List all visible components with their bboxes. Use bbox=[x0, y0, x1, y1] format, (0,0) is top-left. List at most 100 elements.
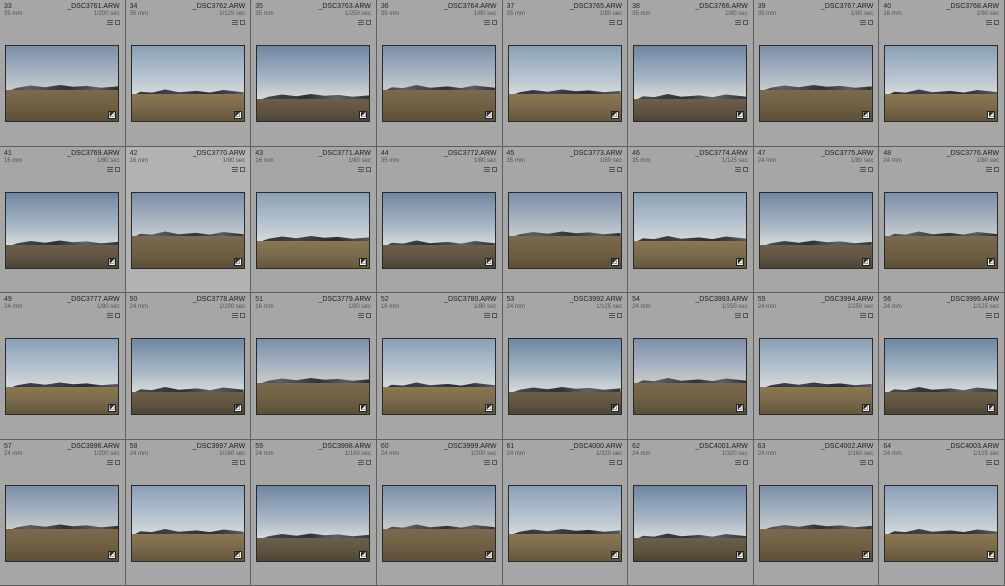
photo-cell[interactable]: 50 _DSC3778.ARW 24 mm 1/100 sec ◩ bbox=[125, 293, 252, 440]
develop-adjusted-icon[interactable]: ◩ bbox=[610, 550, 619, 559]
crop-icon[interactable] bbox=[617, 313, 623, 318]
photo-thumbnail[interactable]: ◩ bbox=[633, 45, 748, 122]
crop-icon[interactable] bbox=[365, 313, 371, 318]
photo-cell[interactable]: 39 _DSC3767.ARW 35 mm 1/80 sec ◩ bbox=[753, 0, 880, 147]
crop-icon[interactable] bbox=[742, 166, 748, 172]
photo-cell[interactable]: 48 _DSC3776.ARW 24 mm 1/80 sec ◩ bbox=[879, 146, 1005, 293]
develop-adjusted-icon[interactable]: ◩ bbox=[359, 257, 368, 266]
photo-thumbnail[interactable]: ◩ bbox=[884, 484, 999, 562]
photo-thumbnail[interactable]: ◩ bbox=[256, 338, 371, 415]
develop-adjusted-icon[interactable]: ◩ bbox=[484, 404, 493, 412]
crop-icon[interactable] bbox=[491, 313, 497, 318]
photo-thumbnail[interactable]: ◩ bbox=[884, 338, 999, 415]
metadata-icon[interactable] bbox=[609, 459, 616, 465]
photo-thumbnail[interactable]: ◩ bbox=[381, 484, 496, 562]
crop-icon[interactable] bbox=[114, 313, 120, 318]
crop-icon[interactable] bbox=[365, 20, 371, 25]
develop-adjusted-icon[interactable]: ◩ bbox=[736, 550, 745, 559]
photo-cell[interactable]: 49 _DSC3777.ARW 24 mm 1/80 sec ◩ bbox=[0, 293, 126, 440]
photo-thumbnail[interactable]: ◩ bbox=[130, 338, 245, 415]
photo-cell[interactable]: 51 _DSC3779.ARW 16 mm 1/80 sec ◩ bbox=[251, 293, 377, 440]
metadata-icon[interactable] bbox=[357, 166, 364, 172]
crop-icon[interactable] bbox=[868, 313, 874, 318]
metadata-icon[interactable] bbox=[232, 166, 239, 172]
photo-cell[interactable]: 41 _DSC3769.ARW 16 mm 1/80 sec ◩ bbox=[0, 146, 126, 293]
photo-cell[interactable]: 53 _DSC3992.ARW 24 mm 1/125 sec ◩ bbox=[502, 293, 629, 440]
develop-adjusted-icon[interactable]: ◩ bbox=[108, 257, 116, 266]
photo-thumbnail[interactable]: ◩ bbox=[633, 191, 748, 269]
photo-thumbnail[interactable]: ◩ bbox=[256, 191, 371, 269]
crop-icon[interactable] bbox=[868, 20, 874, 25]
photo-thumbnail[interactable]: ◩ bbox=[256, 45, 371, 122]
develop-adjusted-icon[interactable]: ◩ bbox=[233, 111, 242, 119]
crop-icon[interactable] bbox=[114, 20, 120, 25]
photo-thumbnail[interactable]: ◩ bbox=[507, 484, 622, 562]
photo-cell[interactable]: 46 _DSC3774.ARW 35 mm 1/125 sec ◩ bbox=[628, 146, 754, 293]
photo-thumbnail[interactable]: ◩ bbox=[5, 45, 119, 122]
photo-thumbnail[interactable]: ◩ bbox=[381, 191, 496, 269]
metadata-icon[interactable] bbox=[860, 166, 867, 172]
develop-adjusted-icon[interactable]: ◩ bbox=[359, 550, 368, 559]
metadata-icon[interactable] bbox=[106, 313, 113, 318]
develop-adjusted-icon[interactable]: ◩ bbox=[610, 257, 619, 266]
photo-thumbnail[interactable]: ◩ bbox=[130, 45, 245, 122]
crop-icon[interactable] bbox=[491, 20, 497, 25]
crop-icon[interactable] bbox=[868, 459, 874, 465]
photo-thumbnail[interactable]: ◩ bbox=[5, 191, 119, 269]
develop-adjusted-icon[interactable]: ◩ bbox=[484, 257, 493, 266]
metadata-icon[interactable] bbox=[106, 166, 113, 172]
develop-adjusted-icon[interactable]: ◩ bbox=[233, 550, 242, 559]
metadata-icon[interactable] bbox=[357, 20, 364, 25]
metadata-icon[interactable] bbox=[734, 166, 741, 172]
crop-icon[interactable] bbox=[617, 166, 623, 172]
crop-icon[interactable] bbox=[491, 459, 497, 465]
crop-icon[interactable] bbox=[617, 459, 623, 465]
develop-adjusted-icon[interactable]: ◩ bbox=[233, 404, 242, 412]
develop-adjusted-icon[interactable]: ◩ bbox=[108, 550, 116, 559]
crop-icon[interactable] bbox=[240, 313, 246, 318]
metadata-icon[interactable] bbox=[860, 20, 867, 25]
crop-icon[interactable] bbox=[240, 459, 246, 465]
develop-adjusted-icon[interactable]: ◩ bbox=[861, 550, 870, 559]
photo-cell[interactable]: 54 _DSC3993.ARW 24 mm 1/250 sec ◩ bbox=[628, 293, 754, 440]
crop-icon[interactable] bbox=[742, 459, 748, 465]
crop-icon[interactable] bbox=[994, 20, 999, 25]
photo-thumbnail[interactable]: ◩ bbox=[758, 191, 873, 269]
photo-thumbnail[interactable]: ◩ bbox=[758, 338, 873, 415]
metadata-icon[interactable] bbox=[232, 20, 239, 25]
crop-icon[interactable] bbox=[868, 166, 874, 172]
photo-thumbnail[interactable]: ◩ bbox=[884, 191, 999, 269]
develop-adjusted-icon[interactable]: ◩ bbox=[861, 111, 870, 119]
crop-icon[interactable] bbox=[742, 313, 748, 318]
photo-cell[interactable]: 36 _DSC3764.ARW 35 mm 1/80 sec ◩ bbox=[376, 0, 503, 147]
photo-thumbnail[interactable]: ◩ bbox=[633, 484, 748, 562]
crop-icon[interactable] bbox=[994, 166, 999, 172]
photo-cell[interactable]: 64 _DSC4003.ARW 24 mm 1/125 sec ◩ bbox=[879, 439, 1005, 586]
photo-cell[interactable]: 38 _DSC3766.ARW 35 mm 1/80 sec ◩ bbox=[628, 0, 754, 147]
crop-icon[interactable] bbox=[994, 459, 999, 465]
crop-icon[interactable] bbox=[240, 166, 246, 172]
photo-thumbnail[interactable]: ◩ bbox=[633, 338, 748, 415]
photo-cell[interactable]: 40 _DSC3768.ARW 16 mm 1/80 sec ◩ bbox=[879, 0, 1005, 147]
metadata-icon[interactable] bbox=[986, 459, 992, 465]
photo-cell[interactable]: 37 _DSC3765.ARW 35 mm 1/80 sec ◩ bbox=[502, 0, 629, 147]
photo-cell[interactable]: 43 _DSC3771.ARW 16 mm 1/80 sec ◩ bbox=[251, 146, 377, 293]
metadata-icon[interactable] bbox=[357, 459, 364, 465]
photo-thumbnail[interactable]: ◩ bbox=[507, 338, 622, 415]
develop-adjusted-icon[interactable]: ◩ bbox=[987, 257, 996, 266]
metadata-icon[interactable] bbox=[860, 459, 867, 465]
metadata-icon[interactable] bbox=[106, 459, 113, 465]
photo-cell[interactable]: 52 _DSC3780.ARW 16 mm 1/80 sec ◩ bbox=[376, 293, 503, 440]
photo-thumbnail[interactable]: ◩ bbox=[507, 191, 622, 269]
crop-icon[interactable] bbox=[994, 313, 999, 318]
develop-adjusted-icon[interactable]: ◩ bbox=[359, 111, 368, 119]
develop-adjusted-icon[interactable]: ◩ bbox=[987, 111, 996, 119]
metadata-icon[interactable] bbox=[860, 313, 867, 318]
metadata-icon[interactable] bbox=[483, 313, 490, 318]
develop-adjusted-icon[interactable]: ◩ bbox=[484, 550, 493, 559]
develop-adjusted-icon[interactable]: ◩ bbox=[861, 404, 870, 412]
develop-adjusted-icon[interactable]: ◩ bbox=[484, 111, 493, 119]
develop-adjusted-icon[interactable]: ◩ bbox=[359, 404, 368, 412]
metadata-icon[interactable] bbox=[609, 20, 616, 25]
develop-adjusted-icon[interactable]: ◩ bbox=[861, 257, 870, 266]
